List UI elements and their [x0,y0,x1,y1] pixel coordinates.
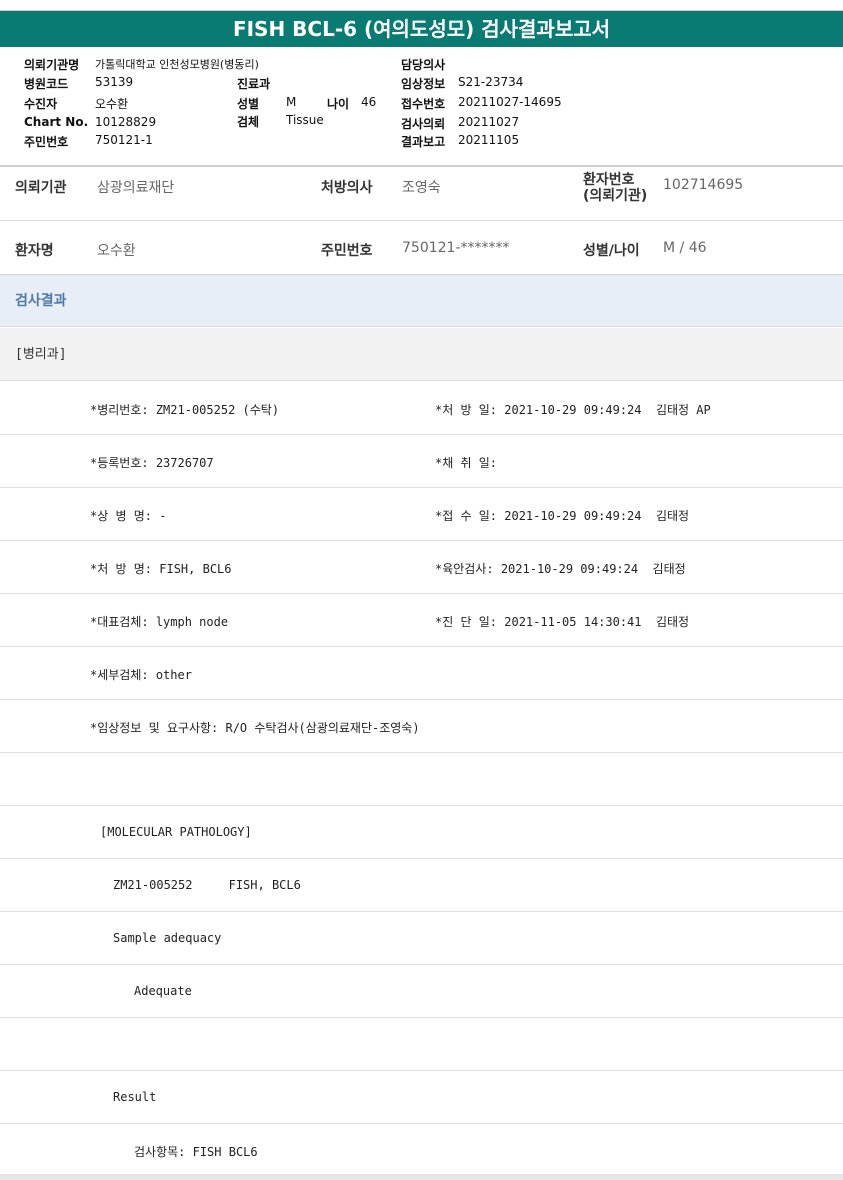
adequacy-label: Sample adequacy [113,931,222,945]
report-label: 결과보고 [401,135,446,149]
report-header: 의뢰기관명 가톨릭대학교 인천성모병원(병동리) 병원코드 53139 진료과 … [0,47,843,167]
receipt-value: 20211027-14695 [458,95,562,109]
sexage-label: 성별/나이 [583,243,640,259]
dept-label: 진료과 [237,77,271,91]
chart-label: Chart No. [24,115,89,129]
table-row [0,753,843,806]
patient-value: 오수환 [95,97,129,111]
id-value: 750121-1 [95,133,153,147]
table-row: *처 방 명: FISH, BCL6 *육안검사: 2021-10-29 09:… [0,541,843,594]
table-row: ZM21-005252 FISH, BCL6 [0,859,843,912]
institution-value: 가톨릭대학교 인천성모병원(병동리) [95,58,259,71]
patient-no-sublabel: (의뢰기관) [583,188,648,204]
scroll-edge [0,1174,843,1180]
name-value: 오수환 [97,243,136,259]
report-value: 20211105 [458,133,520,147]
patient-label: 수진자 [24,97,58,111]
molecular-heading: [MOLECULAR PATHOLOGY] [100,825,252,839]
institution-label: 의뢰기관명 [24,58,80,72]
row-right-text: *접 수 일: 2021-10-29 09:49:24 김태정 [435,509,690,523]
request-value: 20211027 [458,115,520,129]
table-row: 검사항목: FISH BCL6 [0,1124,843,1176]
clinical-label: 임상정보 [401,77,446,91]
table-row: *임상정보 및 요구사항: R/O 수탁검사(삼광의료재단-조영숙) [0,700,843,753]
sex-label: 성별 [237,97,260,111]
section-test-result: 검사결과 [0,274,843,327]
patient-no-value: 102714695 [663,177,744,193]
adequacy-value: Adequate [134,984,192,998]
req-inst-label: 의뢰기관 [15,180,67,196]
chart-value: 10128829 [95,115,157,129]
request-label: 검사의뢰 [401,117,446,131]
req-inst-value: 삼광의료재단 [97,180,175,196]
row-right-text: *처 방 일: 2021-10-29 09:49:24 김태정 AP [435,403,711,417]
result-rows: *병리번호: ZM21-005252 (수탁) *처 방 일: 2021-10-… [0,382,843,1176]
rrn-label: 주민번호 [321,243,373,259]
test-item: 검사항목: FISH BCL6 [134,1145,258,1159]
doctor-label: 담당의사 [401,58,446,72]
row-left-text: *처 방 명: FISH, BCL6 [90,562,232,576]
row-left-text: *세부검체: other [90,668,192,682]
table-row: Adequate [0,965,843,1018]
table-row: *병리번호: ZM21-005252 (수탁) *처 방 일: 2021-10-… [0,382,843,435]
sex-value: M [286,95,297,109]
section-pathology: [병리과] [0,328,843,381]
row-left-text: *대표검체: lymph node [90,615,229,629]
age-label: 나이 [327,97,350,111]
prescriber-label: 처방의사 [321,180,373,196]
prescriber-value: 조영숙 [402,180,441,196]
result-label: Result [113,1090,157,1104]
specimen-label: 검체 [237,115,260,129]
table-row: Sample adequacy [0,912,843,965]
case-line: ZM21-005252 FISH, BCL6 [113,878,301,892]
table-row [0,1018,843,1071]
row-right-text: *채 취 일: [435,456,498,470]
table-row: *세부검체: other [0,647,843,700]
table-row: Result [0,1071,843,1124]
hospital-code-value: 53139 [95,75,134,89]
row-left-text: *임상정보 및 요구사항: R/O 수탁검사(삼광의료재단-조영숙) [90,721,420,735]
patient-info-row: 환자명 오수환 주민번호 750121-******* 성별/나이 M / 46 [0,221,843,276]
age-value: 46 [361,95,377,109]
specimen-value: Tissue [286,113,324,127]
clinical-value: S21-23734 [458,75,524,89]
receipt-label: 접수번호 [401,97,446,111]
patient-info-table: 의뢰기관 삼광의료재단 처방의사 조영숙 환자번호 (의뢰기관) 1027146… [0,167,843,276]
report-title: FISH BCL-6 (여의도성모) 검사결과보고서 [0,10,843,48]
table-row: *대표검체: lymph node *진 단 일: 2021-11-05 14:… [0,594,843,647]
row-left-text: *상 병 명: - [90,509,167,523]
table-row: *등록번호: 23726707 *채 취 일: [0,435,843,488]
hospital-code-label: 병원코드 [24,77,69,91]
row-left-text: *병리번호: ZM21-005252 (수탁) [90,403,280,417]
row-right-text: *진 단 일: 2021-11-05 14:30:41 김태정 [435,615,690,629]
sexage-value: M / 46 [663,240,707,256]
table-row: [MOLECULAR PATHOLOGY] [0,806,843,859]
rrn-value: 750121-******* [402,240,510,256]
id-label: 주민번호 [24,135,69,149]
row-left-text: *등록번호: 23726707 [90,456,214,470]
patient-info-row: 의뢰기관 삼광의료재단 처방의사 조영숙 환자번호 (의뢰기관) 1027146… [0,167,843,221]
table-row: *상 병 명: - *접 수 일: 2021-10-29 09:49:24 김태… [0,488,843,541]
name-label: 환자명 [15,243,54,259]
row-right-text: *육안검사: 2021-10-29 09:49:24 김태정 [435,562,686,576]
